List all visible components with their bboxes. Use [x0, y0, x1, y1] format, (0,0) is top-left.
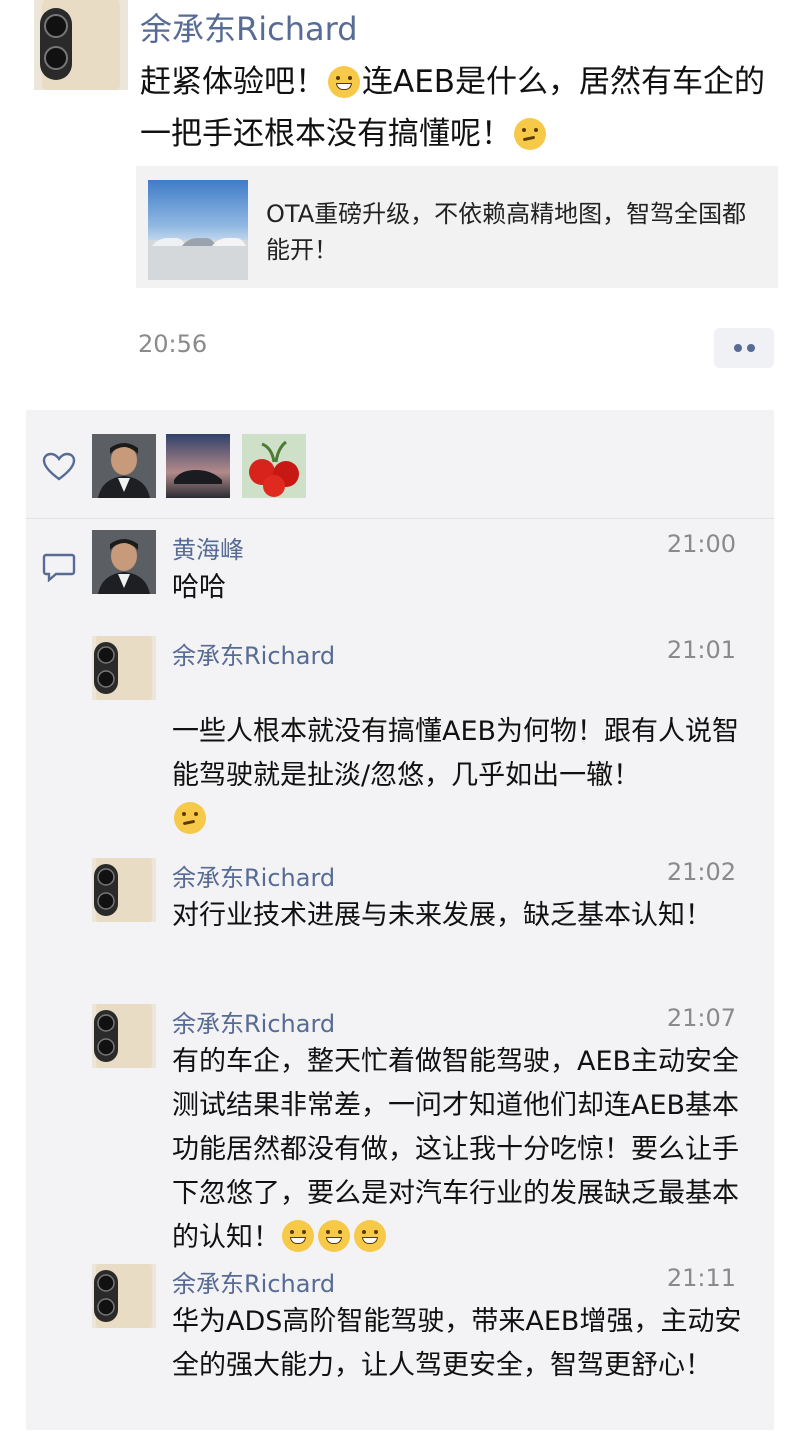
- grinning-emoji-icon: [354, 1220, 386, 1252]
- comment-icon: [42, 552, 76, 586]
- post-text-part1: 赶紧体验吧！: [140, 64, 326, 100]
- comment-time: 21:02: [666, 858, 736, 886]
- grinning-emoji-icon: [328, 66, 360, 98]
- comment-text: 一些人根本就没有搞懂AEB为何物！跟有人说智能驾驶就是扯淡/忽悠，几乎如出一辙！: [172, 710, 742, 842]
- liker-avatar-portrait[interactable]: [92, 434, 156, 498]
- comment-author-name[interactable]: 余承东Richard: [172, 1004, 335, 1039]
- comment-text-body: 一些人根本就没有搞懂AEB为何物！跟有人说智能驾驶就是扯淡/忽悠，几乎如出一辙！: [172, 716, 740, 791]
- comment-author-name[interactable]: 余承东Richard: [172, 858, 335, 893]
- shared-link-card[interactable]: OTA重磅升级，不依赖高精地图，智驾全国都能开！: [136, 166, 778, 288]
- comment-time: 21:01: [666, 636, 736, 664]
- more-dot-icon: [747, 344, 755, 352]
- comment-text: 有的车企，整天忙着做智能驾驶，AEB主动安全测试结果非常差，一问才知道他们却连A…: [172, 1040, 742, 1260]
- grinning-emoji-icon: [318, 1220, 350, 1252]
- comment-time: 21:00: [666, 530, 736, 558]
- post-timestamp: 20:56: [138, 330, 208, 358]
- author-avatar[interactable]: [34, 0, 128, 90]
- comment-text: 对行业技术进展与未来发展，缺乏基本认知！: [172, 900, 712, 931]
- liker-avatar-car[interactable]: [166, 434, 230, 498]
- more-dot-icon: [734, 344, 742, 352]
- comment-avatar-portrait[interactable]: [92, 530, 156, 594]
- comment-author-name[interactable]: 余承东Richard: [172, 1264, 335, 1299]
- thinking-emoji-icon: [174, 802, 206, 834]
- comment-author-name[interactable]: 余承东Richard: [172, 636, 335, 671]
- post-text: 赶紧体验吧！ 连AEB是什么，居然有车企的一把手还根本没有搞懂呢！: [140, 56, 770, 160]
- post-author-name[interactable]: 余承东Richard: [140, 4, 358, 50]
- comment-avatar-phone[interactable]: [92, 1264, 156, 1328]
- more-options-button[interactable]: [714, 328, 774, 368]
- heart-icon: [42, 452, 76, 486]
- comment-text: 哈哈: [172, 572, 226, 603]
- link-card-title: OTA重磅升级，不依赖高精地图，智驾全国都能开！: [266, 200, 747, 264]
- comment-author-name[interactable]: 黄海峰: [172, 530, 244, 565]
- comment-text: 华为ADS高阶智能驾驶，带来AEB增强，主动安全的强大能力，让人驾更安全，智驾更…: [172, 1306, 742, 1381]
- comment-avatar-phone[interactable]: [92, 1004, 156, 1068]
- liker-avatar-cherry[interactable]: [242, 434, 306, 498]
- likes-divider: [26, 518, 774, 519]
- comment-time: 21:11: [666, 1264, 736, 1292]
- link-thumbnail: [148, 180, 248, 280]
- comment-avatar-phone[interactable]: [92, 858, 156, 922]
- thinking-emoji-icon: [514, 118, 546, 150]
- comment-avatar-phone[interactable]: [92, 636, 156, 700]
- grinning-emoji-icon: [282, 1220, 314, 1252]
- comment-text-body: 有的车企，整天忙着做智能驾驶，AEB主动安全测试结果非常差，一问才知道他们却连A…: [172, 1046, 740, 1253]
- comment-time: 21:07: [666, 1004, 736, 1032]
